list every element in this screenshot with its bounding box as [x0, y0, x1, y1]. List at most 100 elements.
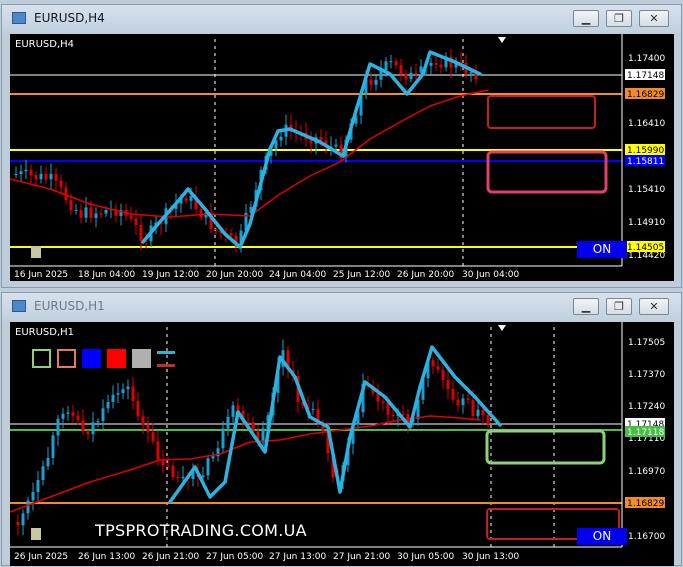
- outline-rectangle-salmon-tool[interactable]: [57, 349, 76, 368]
- time-axis-tick: 16 Jun 2025: [14, 270, 68, 280]
- candle-body: [334, 144, 338, 147]
- candle-body: [134, 218, 138, 225]
- price-tag-label: 1.17148: [627, 71, 664, 81]
- on-button[interactable]: ON: [577, 241, 627, 258]
- candle-body: [86, 431, 90, 435]
- candle-body: [31, 491, 35, 501]
- candle-body: [476, 409, 480, 416]
- blue-line-tool[interactable]: [157, 351, 175, 354]
- candle-body: [76, 415, 80, 421]
- candle-body: [74, 209, 78, 211]
- price-axis-tick: 1.16700: [628, 532, 665, 542]
- candle-body: [141, 416, 145, 425]
- candle-body: [136, 400, 140, 417]
- candle-body: [434, 62, 438, 65]
- time-axis-tick: 26 Jun 21:00: [142, 552, 199, 562]
- maximize-button[interactable]: ❐: [606, 10, 632, 27]
- candle-body: [121, 389, 125, 394]
- candle-body: [436, 366, 440, 370]
- outline-rectangle-green-tool[interactable]: [32, 349, 51, 368]
- candle-body: [319, 137, 323, 141]
- minimize-button[interactable]: ▁: [573, 10, 599, 27]
- window-titlebar[interactable]: EURUSD,H4 ▁ ❐ ✕: [2, 5, 681, 33]
- close-button[interactable]: ✕: [639, 298, 669, 315]
- candle-body: [69, 200, 73, 211]
- candle-body: [29, 169, 33, 176]
- chart-window-h4[interactable]: EURUSD,H4 ▁ ❐ ✕ 1.17400 1.16410 1.15410 1.1…: [1, 4, 682, 288]
- chart-symbol-label: EURUSD,H4: [15, 39, 75, 50]
- price-tag-label: 1.15811: [627, 157, 664, 167]
- candle-body: [176, 477, 180, 479]
- red-line-tool[interactable]: [157, 364, 175, 367]
- candle-body: [374, 79, 378, 85]
- price-tag-label: 1.16829: [627, 90, 664, 100]
- time-axis-tick: 19 Jun 12:00: [142, 270, 199, 280]
- price-axis-tick: 1.14910: [628, 218, 665, 228]
- chart-canvas[interactable]: 1.174001.164101.154101.149101.144201.171…: [10, 34, 674, 281]
- candle-body: [391, 414, 395, 417]
- candle-body: [214, 228, 218, 230]
- candle-body: [414, 72, 418, 74]
- filled-rectangle-gray-tool[interactable]: [132, 349, 151, 368]
- candle-body: [279, 136, 283, 141]
- watermark-text: TPSPROTRADING.COM.UA: [95, 521, 307, 540]
- candle-body: [446, 379, 450, 390]
- filled-rectangle-blue-tool[interactable]: [82, 349, 101, 368]
- candle-body: [19, 171, 23, 175]
- candle-body: [184, 198, 188, 201]
- candle-body: [64, 187, 68, 201]
- candle-body: [441, 369, 445, 380]
- candle-body: [36, 480, 40, 492]
- window-title: EURUSD,H4: [34, 11, 105, 25]
- time-axis-tick: 26 Jun 20:00: [397, 270, 454, 280]
- candle-body: [21, 513, 25, 526]
- candle-body: [439, 64, 443, 68]
- candle-body: [171, 465, 175, 478]
- close-button[interactable]: ✕: [639, 10, 669, 27]
- scroll-anchor-box: [31, 246, 41, 258]
- time-axis-tick: 27 Jun 05:00: [206, 552, 263, 562]
- time-axis-tick: 18 Jun 04:00: [78, 270, 135, 280]
- price-chart[interactable]: 1.17505 1.17370 1.17240 1.17110 1.16970 1.167…: [10, 322, 674, 566]
- candle-body: [156, 441, 160, 460]
- window-titlebar[interactable]: EURUSD,H1 ▁ ❐ ✕: [2, 293, 681, 321]
- candle-body: [461, 398, 465, 405]
- candle-body: [79, 209, 83, 218]
- candle-body: [389, 61, 393, 63]
- price-axis-tick: 1.17505: [628, 338, 665, 348]
- candle-body: [211, 456, 215, 459]
- candle-body: [34, 175, 38, 180]
- candle-body: [101, 408, 105, 422]
- on-button[interactable]: ON: [577, 528, 627, 545]
- price-tag-label: 1.15990: [627, 146, 664, 156]
- time-axis-tick: 26 Jun 13:00: [78, 552, 135, 562]
- candle-body: [404, 73, 408, 80]
- candle-body: [151, 432, 155, 442]
- chart-window-h1[interactable]: EURUSD,H1 ▁ ❐ ✕ 1.17505 1.17370 1.17240 1.1…: [1, 292, 682, 566]
- candle-body: [54, 173, 58, 181]
- candle-body: [94, 213, 98, 219]
- candle-body: [59, 180, 63, 188]
- candle-body: [99, 213, 103, 215]
- price-axis-bg: [622, 322, 674, 566]
- price-axis-tick: 1.16970: [628, 467, 665, 477]
- minimize-button[interactable]: ▁: [573, 298, 599, 315]
- price-tag-label: 1.14505: [627, 243, 664, 253]
- maximize-button[interactable]: ❐: [606, 298, 632, 315]
- candle-body: [81, 420, 85, 432]
- candle-body: [106, 401, 110, 409]
- candle-body: [199, 209, 203, 218]
- candle-body: [469, 72, 473, 74]
- price-chart[interactable]: 1.17400 1.16410 1.15410 1.14910 1.14420 1.171…: [10, 34, 674, 281]
- candle-body: [84, 207, 88, 218]
- time-axis-tick: 26 Jun 2025: [14, 552, 68, 562]
- candle-body: [261, 428, 265, 443]
- window-title: EURUSD,H1: [34, 299, 105, 313]
- candle-body: [189, 196, 193, 201]
- filled-rectangle-red-tool[interactable]: [107, 349, 126, 368]
- candle-body: [466, 398, 470, 401]
- time-axis-tick: 20 Jun 20:00: [206, 270, 263, 280]
- candle-body: [129, 215, 133, 219]
- moving-average-line: [10, 89, 489, 218]
- candle-body: [431, 360, 435, 367]
